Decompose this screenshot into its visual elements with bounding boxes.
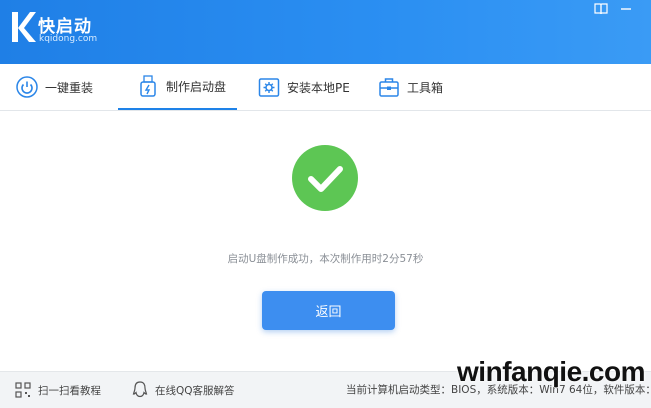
kqidong-logo-icon <box>12 12 36 42</box>
tab-label: 安装本地PE <box>287 80 350 95</box>
scan-tutorial-label: 扫一扫看教程 <box>38 384 101 397</box>
qq-support-label: 在线QQ客服解答 <box>155 384 235 397</box>
tab-bar: 一键重装 制作启动盘 安装本地PE 工具箱 <box>0 64 651 111</box>
back-button[interactable]: 返回 <box>262 291 395 330</box>
toolbox-icon <box>378 76 400 98</box>
success-message: 启动U盘制作成功，本次制作用时2分57秒 <box>227 253 424 265</box>
tab-label: 工具箱 <box>407 80 444 95</box>
qq-icon <box>131 381 149 399</box>
tab-one-click-reinstall[interactable]: 一键重装 <box>16 64 93 110</box>
gear-box-icon <box>258 76 280 98</box>
book-icon[interactable] <box>590 0 612 18</box>
qq-support-link[interactable]: 在线QQ客服解答 <box>131 372 235 408</box>
scan-tutorial-link[interactable]: 扫一扫看教程 <box>14 372 101 408</box>
watermark: winfanqie.com <box>457 356 645 387</box>
check-icon <box>292 145 358 211</box>
qr-code-icon <box>14 381 32 399</box>
usb-icon <box>137 75 159 97</box>
app-domain: kqidong.com <box>39 34 98 44</box>
power-icon <box>16 76 38 98</box>
tab-label: 一键重装 <box>45 80 94 95</box>
tab-install-local-pe[interactable]: 安装本地PE <box>258 64 350 110</box>
tab-make-boot-disk[interactable]: 制作启动盘 <box>118 64 238 110</box>
title-bar: 快启动 kqidong.com <box>0 0 651 64</box>
tab-toolbox[interactable]: 工具箱 <box>378 64 443 110</box>
minimize-icon[interactable] <box>615 0 637 18</box>
tab-label: 制作启动盘 <box>166 79 227 94</box>
